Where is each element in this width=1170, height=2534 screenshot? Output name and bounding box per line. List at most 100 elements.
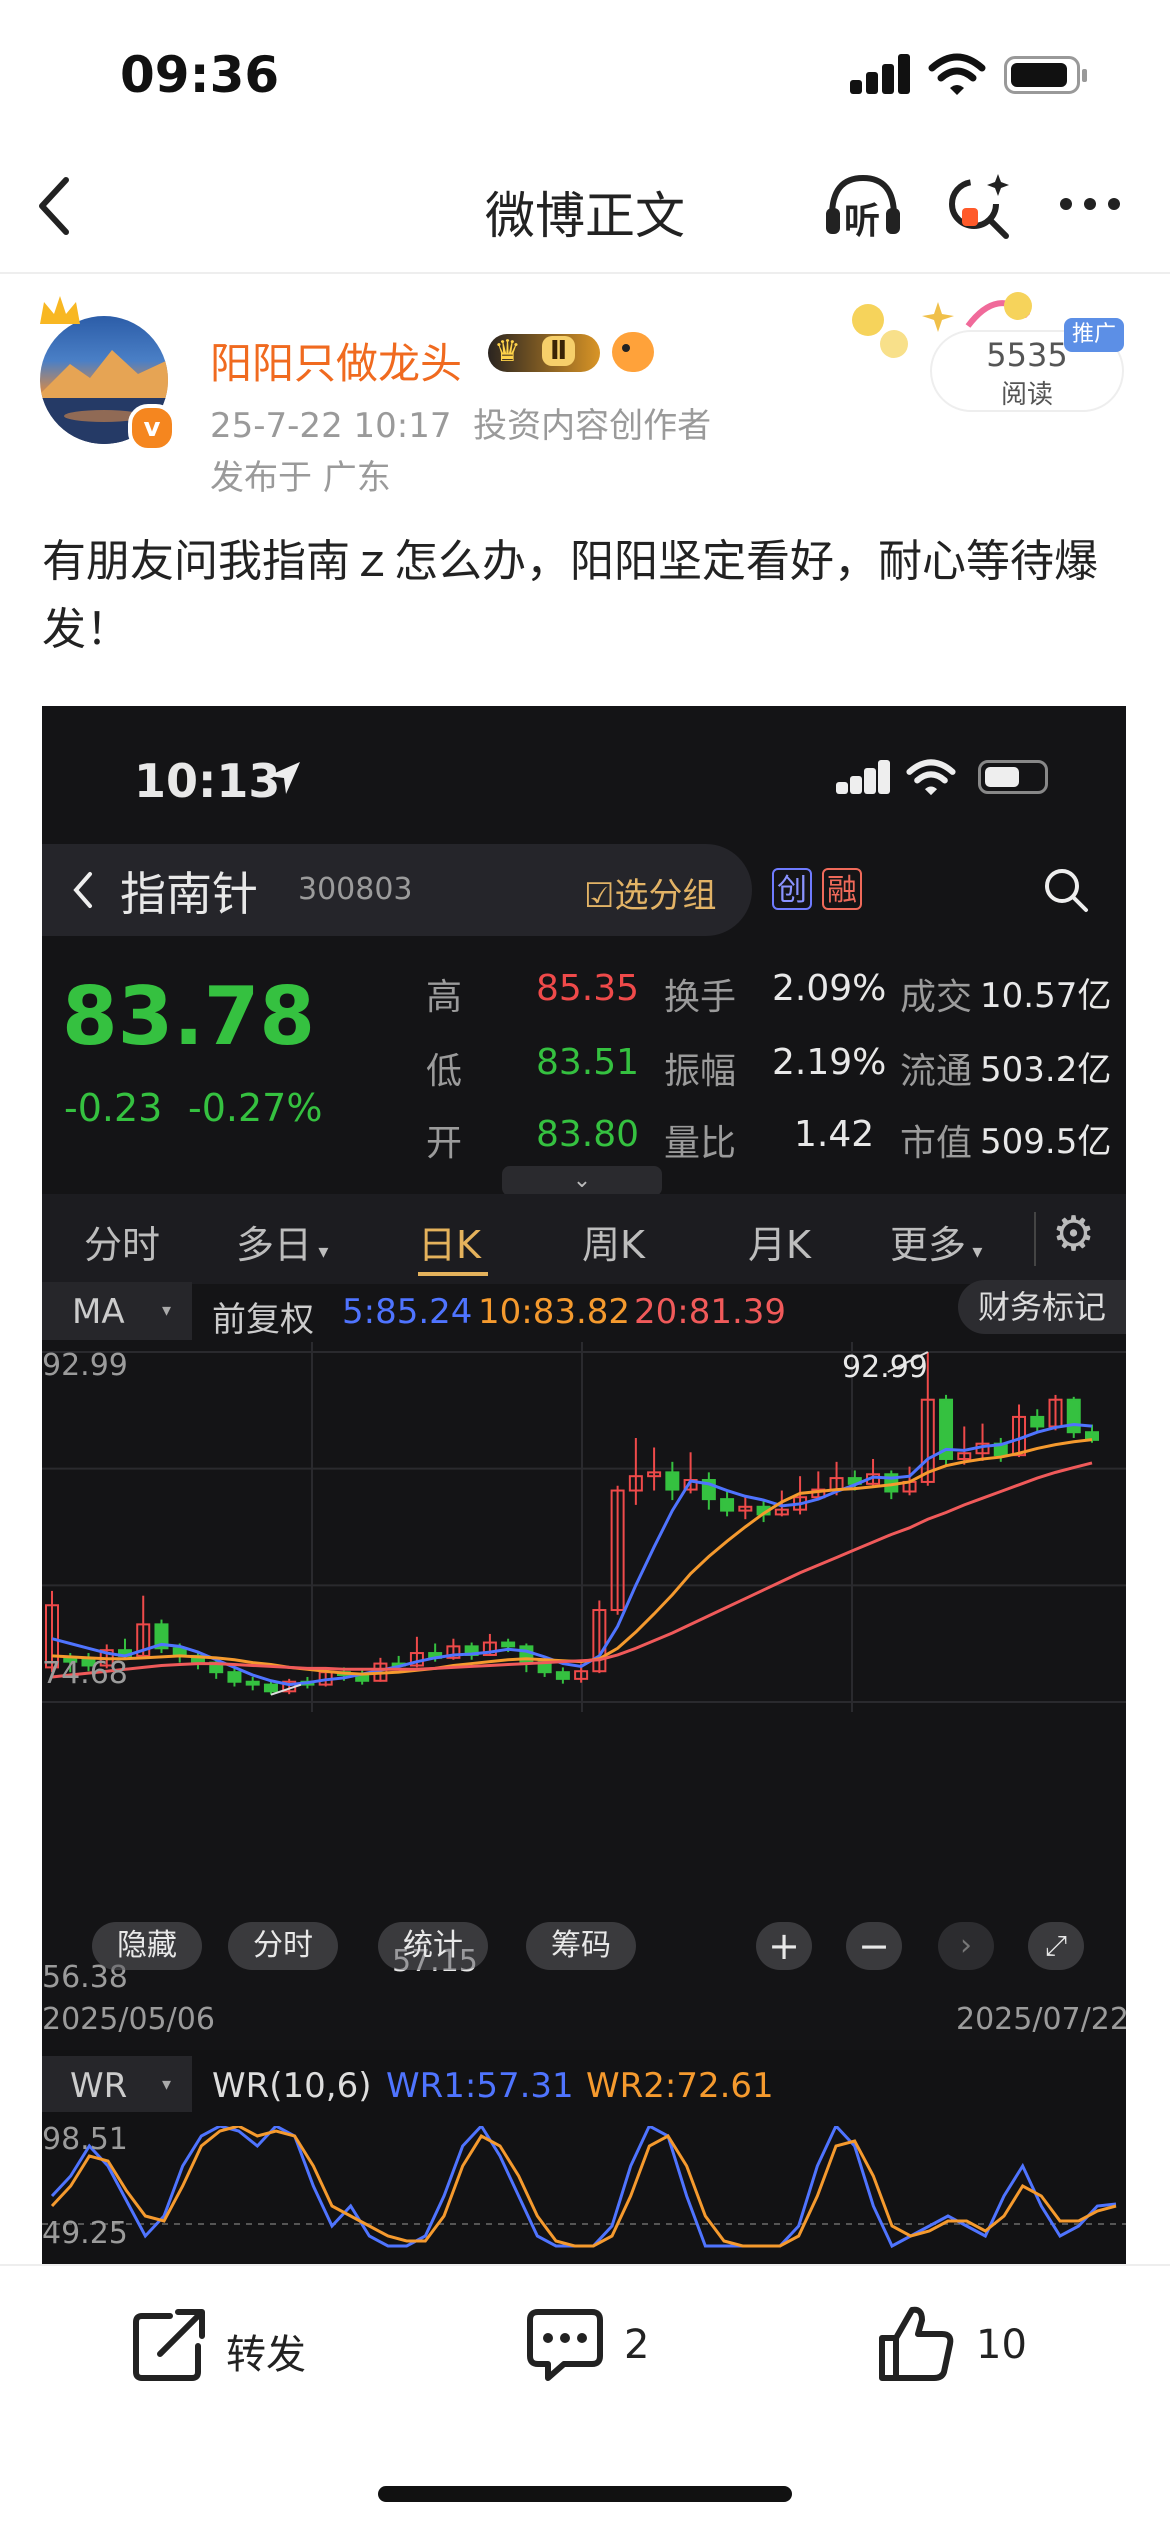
ma-dropdown-icon: ▾ xyxy=(162,1300,172,1321)
zoom-in-icon[interactable]: + xyxy=(756,1922,812,1970)
tab-multi-day[interactable]: 多日 ▾ xyxy=(236,1214,328,1269)
author-tag: 投资内容创作者 xyxy=(473,406,712,446)
stat-low-value: 83.51 xyxy=(536,1042,640,1083)
expand-chevron-icon[interactable]: ⌄ xyxy=(502,1166,662,1196)
tab-intraday[interactable]: 分时 xyxy=(84,1214,160,1269)
y-label-top: 92.99 xyxy=(42,1348,128,1383)
next-icon[interactable]: › xyxy=(938,1922,994,1970)
candle xyxy=(1030,1415,1045,1428)
inner-wifi-icon xyxy=(906,759,956,796)
repost-button[interactable]: 转发 xyxy=(130,2296,350,2396)
post-image-stock-chart[interactable]: 10:13 指南针 300803 ☑选分组 创 融 83.78 -0.23 -0… xyxy=(42,706,1126,2266)
tab-more-label: 更多 xyxy=(890,1223,967,1267)
wr-dropdown-icon: ▾ xyxy=(162,2074,172,2095)
ma-label: MA xyxy=(72,1292,125,1332)
stats-overlay-button[interactable]: 统计 xyxy=(378,1922,488,1970)
finance-mark-button[interactable]: 财务标记 xyxy=(958,1280,1126,1334)
stat-mktcap-label: 市值 xyxy=(900,1123,973,1164)
repost-icon xyxy=(133,2309,205,2381)
author-name[interactable]: 阳阳只做龙头 xyxy=(210,330,462,391)
promo-badge: 推广 xyxy=(1064,318,1124,352)
like-button[interactable]: 10 xyxy=(876,2296,1056,2396)
tab-multi-day-label: 多日 xyxy=(236,1223,313,1267)
watch-group-label: 选分组 xyxy=(614,876,717,916)
chart-settings-icon[interactable]: ⚙ xyxy=(1052,1206,1095,1262)
crown-icon xyxy=(40,296,80,324)
read-label: 阅读 xyxy=(1000,380,1053,410)
wifi-icon xyxy=(928,53,986,95)
comment-icon xyxy=(527,2309,603,2381)
like-count: 10 xyxy=(976,2322,1027,2368)
stat-turnover-label: 换手 xyxy=(664,977,737,1018)
inner-battery-icon xyxy=(978,760,1048,794)
price-change-pct: -0.27% xyxy=(188,1086,323,1130)
ma20-line xyxy=(51,1461,1093,1679)
stat-turnover-value: 2.09% xyxy=(772,968,887,1009)
watch-group-button[interactable]: ☑选分组 xyxy=(584,868,716,917)
adjust-label[interactable]: 前复权 xyxy=(212,1292,314,1341)
chips-overlay-button[interactable]: 筹码 xyxy=(526,1922,636,1970)
zoom-out-icon[interactable]: − xyxy=(846,1922,902,1970)
tab-daily-k[interactable]: 日K xyxy=(418,1214,481,1269)
candle xyxy=(227,1671,242,1683)
wr-indicator-chart[interactable] xyxy=(42,2126,1126,2266)
price-change: -0.23 xyxy=(64,1086,163,1130)
stat-volratio-label: 量比 xyxy=(664,1123,737,1164)
candle xyxy=(720,1498,735,1512)
home-indicator xyxy=(378,2486,792,2502)
candle xyxy=(665,1471,680,1491)
ai-search-icon[interactable] xyxy=(944,168,1016,242)
stat-amplitude-label: 振幅 xyxy=(664,1051,737,1092)
hide-button[interactable]: 隐藏 xyxy=(92,1922,202,1970)
tab-monthly-k[interactable]: 月K xyxy=(748,1214,811,1269)
candlestick-chart[interactable] xyxy=(42,1342,1126,1712)
nav-divider xyxy=(0,272,1170,274)
wr2-value: WR2:72.61 xyxy=(586,2066,774,2106)
stat-amplitude-value: 2.19% xyxy=(772,1042,887,1083)
more-icon[interactable] xyxy=(1056,192,1124,216)
stat-open-value: 83.80 xyxy=(536,1114,640,1155)
stat-open-label: 开 xyxy=(426,1123,463,1164)
stat-float-label: 流通 xyxy=(900,1051,973,1092)
stat-mktcap-value: 509.5亿 xyxy=(980,1122,1112,1162)
candle xyxy=(263,1683,278,1693)
tab-active-underline xyxy=(418,1272,488,1276)
post-location: 发布于 广东 xyxy=(210,458,391,498)
stock-name: 指南针 xyxy=(120,867,258,921)
checkbox-icon: ☑ xyxy=(584,876,615,916)
fish-emoji-icon xyxy=(612,332,654,372)
fullscreen-icon[interactable]: ⤢ xyxy=(1028,1922,1084,1970)
stock-code: 300803 xyxy=(298,872,413,907)
tab-more[interactable]: 更多 ▾ xyxy=(890,1214,982,1269)
candle xyxy=(245,1680,260,1686)
wr-selector[interactable]: WR ▾ xyxy=(42,2056,192,2112)
status-time: 09:36 xyxy=(120,46,280,104)
stat-volume-value: 10.57亿 xyxy=(980,976,1112,1016)
wr-label: WR xyxy=(70,2066,128,2106)
stat-volratio-value: 1.42 xyxy=(794,1114,875,1155)
wr1-line xyxy=(50,2126,1117,2249)
wr-label-mid: 49.25 xyxy=(42,2216,128,2251)
wr1-value: WR1:57.31 xyxy=(386,2066,574,2106)
stat-volume-label: 成交 xyxy=(900,977,973,1018)
inner-cellular-signal-icon xyxy=(836,760,890,794)
listen-button[interactable]: 听 xyxy=(822,170,904,242)
tag-rong: 融 xyxy=(822,868,862,910)
tab-weekly-k[interactable]: 周K xyxy=(582,1214,645,1269)
comment-button[interactable]: 2 xyxy=(524,2296,684,2396)
date-start: 2025/05/06 xyxy=(42,2002,215,2037)
post-text: 有朋友问我指南ｚ怎么办，阳阳坚定看好，耐心等待爆发！ xyxy=(42,536,1098,655)
stock-back-icon[interactable] xyxy=(68,870,98,910)
candle xyxy=(555,1671,570,1680)
intraday-overlay-button[interactable]: 分时 xyxy=(228,1922,338,1970)
stock-search-icon[interactable] xyxy=(1042,866,1090,914)
post-date: 25-7-22 10:17 xyxy=(210,406,452,446)
ma-selector[interactable]: MA ▾ xyxy=(42,1282,192,1340)
thumbs-up-icon xyxy=(879,2306,954,2381)
stock-price: 83.78 xyxy=(62,970,316,1063)
chart-overlay-controls: 隐藏 分时 统计 筹码 + − › ⤢ xyxy=(42,1912,1126,1982)
verified-badge-icon: v xyxy=(128,404,176,452)
wr-label-top: 98.51 xyxy=(42,2122,128,2157)
candle xyxy=(501,1641,516,1648)
stat-high-label: 高 xyxy=(426,977,463,1018)
